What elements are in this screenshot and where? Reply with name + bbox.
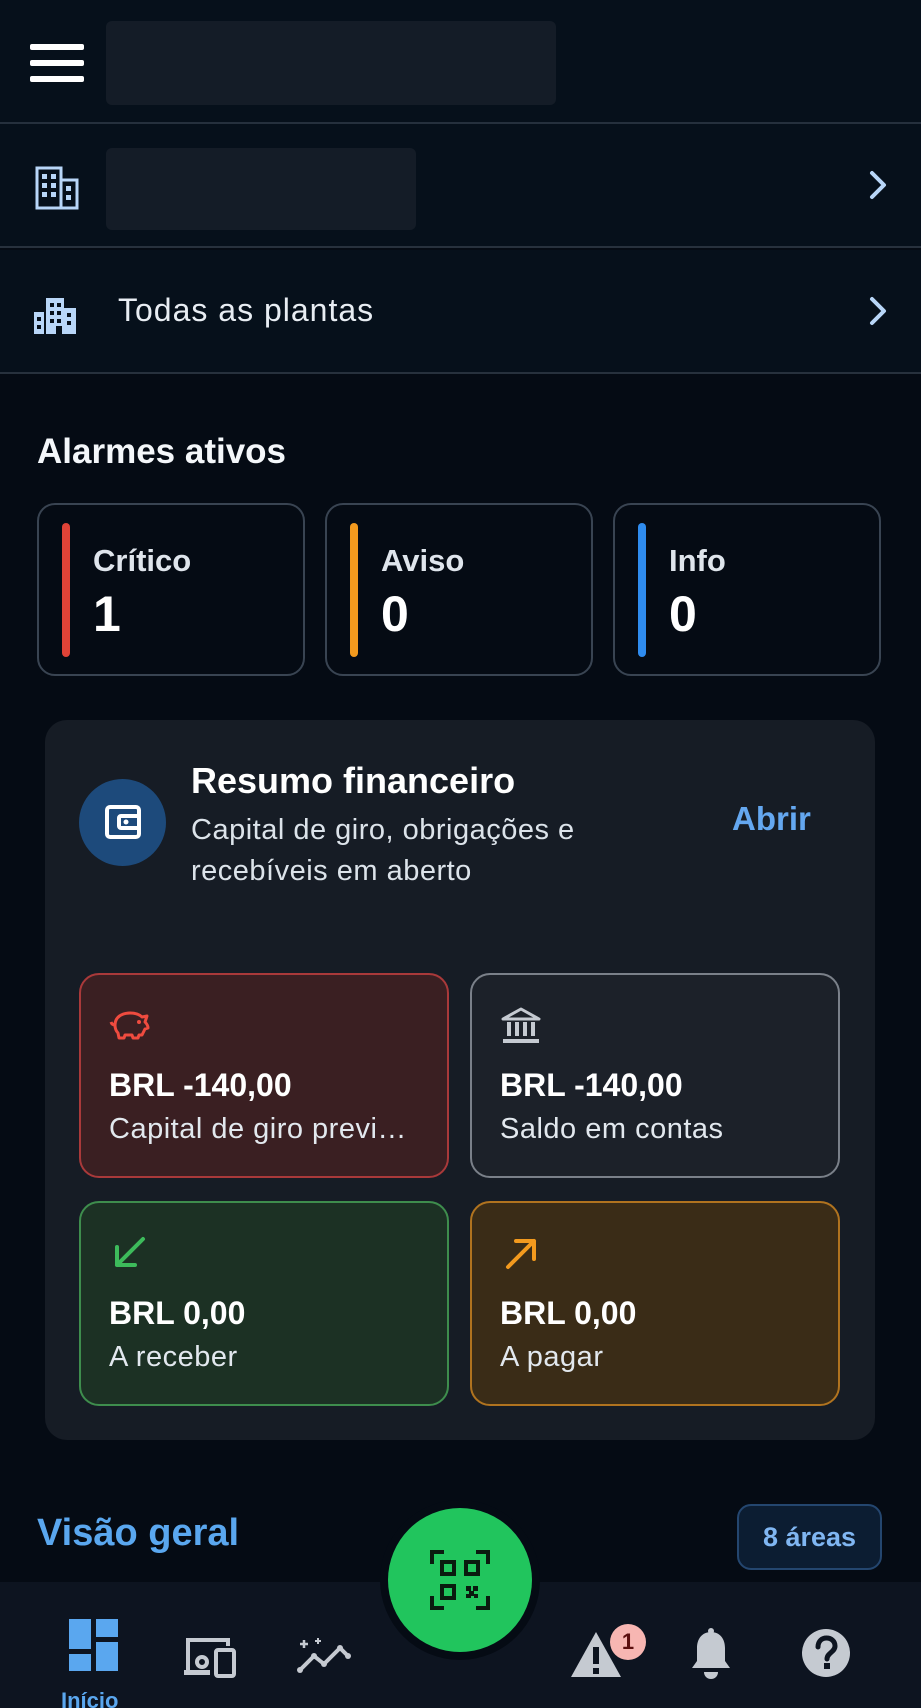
nav-notifications[interactable] <box>665 1582 780 1708</box>
help-icon <box>802 1629 850 1677</box>
wallet-icon <box>105 805 141 839</box>
areas-count-badge[interactable]: 8 áreas <box>737 1504 882 1570</box>
piggy-bank-icon <box>109 1011 150 1040</box>
chevron-right-icon <box>870 171 886 199</box>
hamburger-menu-icon[interactable] <box>30 40 86 86</box>
card-label: A receber <box>109 1341 238 1373</box>
buildings-icon <box>34 298 76 334</box>
card-label: Capital de giro previ… <box>109 1113 407 1145</box>
critical-indicator-bar <box>62 523 70 657</box>
alarm-label: Aviso <box>381 543 465 578</box>
bank-icon <box>501 1007 541 1043</box>
alarm-card-info[interactable]: Info 0 <box>613 503 881 676</box>
alarm-count: 1 <box>93 586 121 642</box>
open-financial-summary-link[interactable]: Abrir <box>732 800 811 838</box>
plants-label: Todas as plantas <box>118 292 375 328</box>
bell-icon <box>692 1628 730 1679</box>
plants-selector-row[interactable]: Todas as plantas <box>0 250 921 374</box>
company-name-placeholder <box>106 148 416 230</box>
alerts-count-badge: 1 <box>610 1624 646 1660</box>
building-icon <box>35 166 79 210</box>
card-value: BRL 0,00 <box>500 1295 637 1331</box>
alarm-card-critical[interactable]: Crítico 1 <box>37 503 305 676</box>
devices-icon <box>184 1638 236 1678</box>
nav-analytics[interactable] <box>280 1582 380 1708</box>
financial-summary-panel: Resumo financeiro Capital de giro, obrig… <box>45 720 875 1440</box>
card-value: BRL 0,00 <box>109 1295 246 1331</box>
card-label: A pagar <box>500 1341 604 1373</box>
alarm-count: 0 <box>381 586 409 642</box>
qr-code-icon <box>430 1550 490 1610</box>
dashboard-icon <box>69 1619 118 1671</box>
alarm-count: 0 <box>669 586 697 642</box>
nav-home-label: Início <box>61 1688 119 1708</box>
card-working-capital[interactable]: BRL -140,00 Capital de giro previ… <box>79 973 449 1178</box>
arrow-down-left-icon <box>115 1237 145 1267</box>
warning-indicator-bar <box>350 523 358 657</box>
nav-devices[interactable] <box>170 1582 280 1708</box>
card-label: Saldo em contas <box>500 1113 724 1145</box>
nav-help[interactable] <box>780 1582 921 1708</box>
alarm-label: Info <box>669 543 726 578</box>
chevron-right-icon <box>870 297 886 325</box>
financial-summary-title: Resumo financeiro <box>191 760 516 801</box>
card-receivables[interactable]: BRL 0,00 A receber <box>79 1201 449 1406</box>
alarm-label: Crítico <box>93 543 192 578</box>
financial-summary-subtitle: Capital de giro, obrigações e recebíveis… <box>191 814 575 887</box>
arrow-up-right-icon <box>506 1239 536 1269</box>
qr-scan-button[interactable] <box>388 1508 532 1652</box>
card-value: BRL -140,00 <box>109 1067 292 1103</box>
card-account-balance[interactable]: BRL -140,00 Saldo em contas <box>470 973 840 1178</box>
wallet-icon-container <box>79 779 166 866</box>
title-placeholder <box>106 21 556 105</box>
overview-title: Visão geral <box>37 1512 240 1554</box>
info-indicator-bar <box>638 523 646 657</box>
top-app-bar <box>0 0 921 124</box>
card-payables[interactable]: BRL 0,00 A pagar <box>470 1201 840 1406</box>
alarm-card-warning[interactable]: Aviso 0 <box>325 503 593 676</box>
company-selector-row[interactable] <box>0 124 921 248</box>
nav-home[interactable]: Início <box>0 1582 180 1708</box>
analytics-icon <box>297 1638 351 1673</box>
card-value: BRL -140,00 <box>500 1067 683 1103</box>
app-screen: Todas as plantas Alarmes ativos Crítico … <box>0 0 921 1708</box>
alarms-title: Alarmes ativos <box>37 432 287 471</box>
